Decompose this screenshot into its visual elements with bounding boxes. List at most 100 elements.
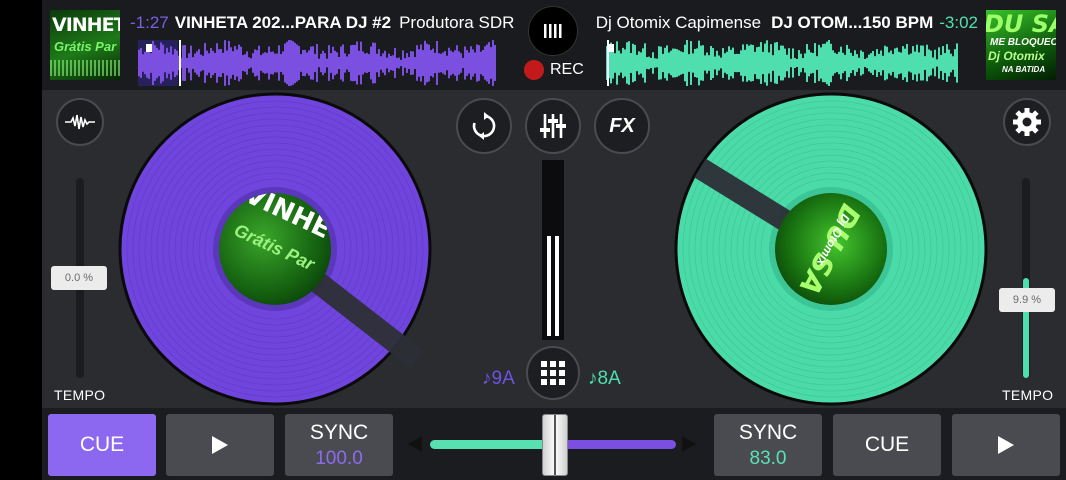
waveform-segment xyxy=(650,57,652,69)
waveform-segment xyxy=(318,58,320,68)
play-icon xyxy=(212,436,228,454)
waveform-segment xyxy=(138,49,140,77)
waveform-segment xyxy=(438,53,440,73)
right-track-title: DJ OTOM...150 BPM xyxy=(771,13,934,32)
mixer-button[interactable] xyxy=(525,98,581,154)
waveform-segment xyxy=(686,40,688,86)
waveform-segment xyxy=(234,46,236,80)
waveform-segment xyxy=(898,51,900,75)
waveform-segment xyxy=(826,41,828,85)
right-sync-button[interactable]: SYNC 83.0 xyxy=(714,414,822,476)
waveform-segment xyxy=(954,49,956,77)
waveform-segment xyxy=(822,43,824,83)
waveform-segment xyxy=(154,45,156,81)
waveform-segment xyxy=(664,47,666,79)
waveform-segment xyxy=(144,51,146,75)
waveform-segment xyxy=(618,50,620,76)
waveform-segment xyxy=(722,48,724,78)
waveform-segment xyxy=(288,40,290,86)
right-pitch-slider[interactable]: 9.9 % xyxy=(999,288,1055,312)
waveform-segment xyxy=(706,52,708,74)
waveform-segment xyxy=(680,51,682,75)
waveform-segment xyxy=(360,41,362,85)
record-button[interactable]: REC xyxy=(524,60,584,80)
left-pitch-slider[interactable]: 0.0 % xyxy=(51,266,107,290)
crossfader-knob[interactable] xyxy=(542,414,568,476)
waveform-segment xyxy=(158,49,160,77)
waveform-segment xyxy=(206,50,208,76)
left-track-cover[interactable]: VINHET Grátis Par xyxy=(50,10,120,80)
waveform-segment xyxy=(444,51,446,75)
waveform-segment xyxy=(630,53,632,73)
pads-button[interactable] xyxy=(526,346,580,400)
right-time-remaining: -3:02 xyxy=(939,13,978,32)
waveform-segment xyxy=(238,44,240,82)
waveform-segment xyxy=(222,52,224,74)
waveform-segment xyxy=(928,49,930,77)
waveform-segment xyxy=(300,54,302,72)
left-waveform[interactable] xyxy=(138,40,496,86)
waveform-segment xyxy=(940,54,942,72)
right-cue-button[interactable]: CUE xyxy=(833,414,941,476)
waveform-segment xyxy=(464,46,466,80)
right-track-cover[interactable]: DU SA ME BLOQUEO Dj Otomix NA BATIDA xyxy=(986,10,1056,80)
waveform-segment xyxy=(858,57,860,69)
waveform-segment xyxy=(356,41,358,85)
waveform-segment xyxy=(870,53,872,73)
waveform-segment xyxy=(390,55,392,71)
waveform-segment xyxy=(458,51,460,75)
left-sync-button[interactable]: SYNC 100.0 xyxy=(285,414,393,476)
waveform-segment xyxy=(934,49,936,77)
left-record-label: VINHET Grátis Par xyxy=(219,193,331,305)
fx-icon: FX xyxy=(609,114,635,137)
waveform-segment xyxy=(352,44,354,82)
crossfader[interactable] xyxy=(404,414,700,476)
waveform-segment xyxy=(258,45,260,81)
waveform-segment xyxy=(452,52,454,74)
right-cover-text-3: Dj Otomix xyxy=(988,49,1045,63)
vu-meter xyxy=(542,160,564,340)
waveform-segment xyxy=(682,52,684,74)
left-cue-button[interactable]: CUE xyxy=(48,414,156,476)
right-play-button[interactable] xyxy=(952,414,1060,476)
waveform-segment xyxy=(242,55,244,71)
waveform-segment xyxy=(330,53,332,73)
right-track-info[interactable]: Dj Otomix Capimense DJ OTOM...150 BPM -3:0… xyxy=(596,13,978,33)
waveform-segment xyxy=(332,46,334,80)
waveform-segment xyxy=(176,50,178,76)
waveform-segment xyxy=(952,56,954,70)
fx-button[interactable]: FX xyxy=(594,98,650,154)
waveform-segment xyxy=(430,50,432,76)
waveform-segment xyxy=(142,54,144,72)
waveform-segment xyxy=(766,40,768,86)
waveform-segment xyxy=(796,59,798,67)
left-play-button[interactable] xyxy=(166,414,274,476)
waveform-segment xyxy=(616,41,618,85)
waveform-segment xyxy=(338,56,340,70)
waveform-segment xyxy=(236,49,238,77)
library-button[interactable] xyxy=(528,6,578,56)
waveform-view-button[interactable] xyxy=(56,98,104,146)
waveform-segment xyxy=(900,52,902,74)
waveform-segment xyxy=(262,53,264,73)
waveform-segment xyxy=(156,47,158,79)
waveform-segment xyxy=(342,44,344,82)
waveform-segment xyxy=(920,45,922,81)
waveform-segment xyxy=(174,48,176,78)
right-waveform[interactable] xyxy=(606,40,958,86)
left-track-info[interactable]: -1:27 VINHETA 202...PARA DJ #2 Produtora S… xyxy=(130,13,524,33)
waveform-segment xyxy=(460,53,462,73)
waveform-segment xyxy=(930,50,932,76)
waveform-segment xyxy=(810,52,812,74)
settings-button[interactable] xyxy=(1003,98,1051,146)
waveform-segment xyxy=(432,48,434,78)
waveform-segment xyxy=(304,49,306,77)
waveform-segment xyxy=(408,57,410,69)
waveform-segment xyxy=(756,47,758,79)
waveform-segment xyxy=(856,54,858,72)
waveform-segment xyxy=(166,47,168,79)
waveform-segment xyxy=(276,53,278,73)
waveform-segment xyxy=(912,46,914,80)
waveform-segment xyxy=(640,52,642,74)
loop-button[interactable] xyxy=(456,98,512,154)
